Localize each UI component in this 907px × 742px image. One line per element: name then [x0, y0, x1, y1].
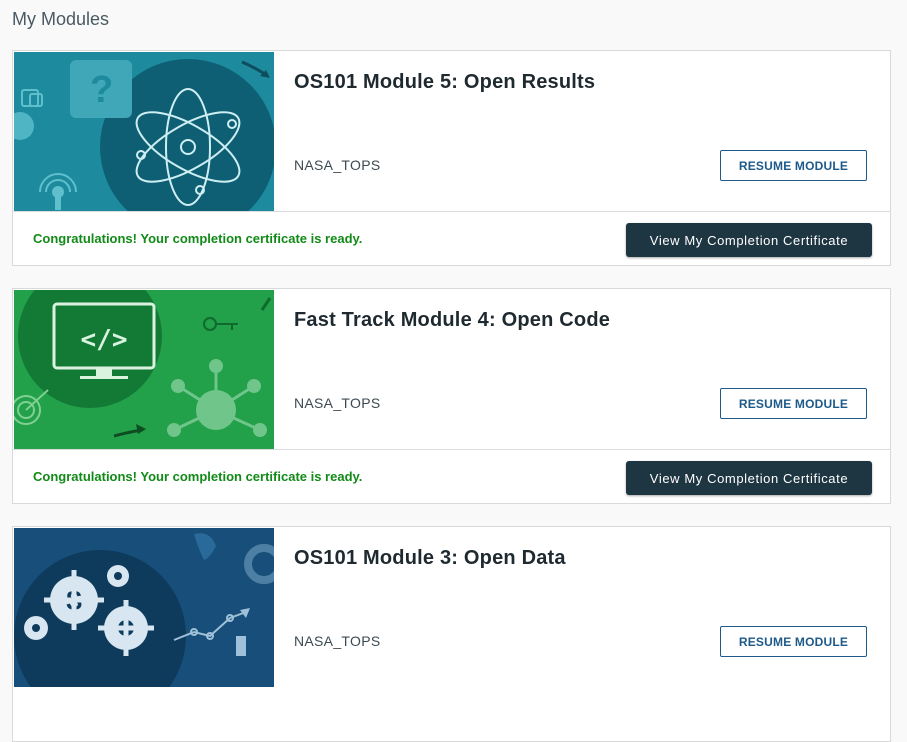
module-title[interactable]: OS101 Module 3: Open Data: [294, 547, 566, 570]
svg-text:</>: </>: [81, 325, 128, 355]
gears-icon: $: [14, 528, 274, 687]
module-card-header: </> Fast Track Module 4: Open Code NASA_…: [13, 289, 890, 449]
view-certificate-button[interactable]: View My Completion Certificate: [626, 461, 872, 495]
module-card-header: $ OS101 Module 3: Open Data NASA_TOPS RE…: [13, 527, 890, 687]
svg-text:?: ?: [90, 69, 113, 111]
module-org: NASA_TOPS: [294, 633, 381, 649]
module-thumbnail[interactable]: $: [14, 528, 274, 687]
certificate-bar: Congratulations! Your completion certifi…: [13, 212, 890, 267]
code-monitor-icon: </>: [14, 290, 274, 449]
module-org: NASA_TOPS: [294, 395, 381, 411]
resume-module-button[interactable]: RESUME MODULE: [720, 388, 867, 419]
module-thumbnail[interactable]: </>: [14, 290, 274, 449]
certificate-ready-message: Congratulations! Your completion certifi…: [33, 469, 363, 484]
module-org: NASA_TOPS: [294, 157, 381, 173]
resume-module-button[interactable]: RESUME MODULE: [720, 150, 867, 181]
resume-module-button[interactable]: RESUME MODULE: [720, 626, 867, 657]
module-card: </> Fast Track Module 4: Open Code NASA_…: [12, 288, 891, 504]
view-certificate-button[interactable]: View My Completion Certificate: [626, 223, 872, 257]
module-title[interactable]: Fast Track Module 4: Open Code: [294, 309, 610, 332]
certificate-ready-message: Congratulations! Your completion certifi…: [33, 231, 363, 246]
module-card: $ OS101 Module 3: Open Data NASA_TOPS RE…: [12, 526, 891, 742]
module-card: ? OS101 Module 5: Open Results NASA_TOPS…: [12, 50, 891, 266]
page-title: My Modules: [12, 9, 110, 29]
module-title[interactable]: OS101 Module 5: Open Results: [294, 71, 595, 94]
certificate-bar: Congratulations! Your completion certifi…: [13, 450, 890, 505]
module-thumbnail[interactable]: ?: [14, 52, 274, 211]
atom-icon: ?: [14, 52, 274, 211]
module-card-header: ? OS101 Module 5: Open Results NASA_TOPS…: [13, 51, 890, 211]
